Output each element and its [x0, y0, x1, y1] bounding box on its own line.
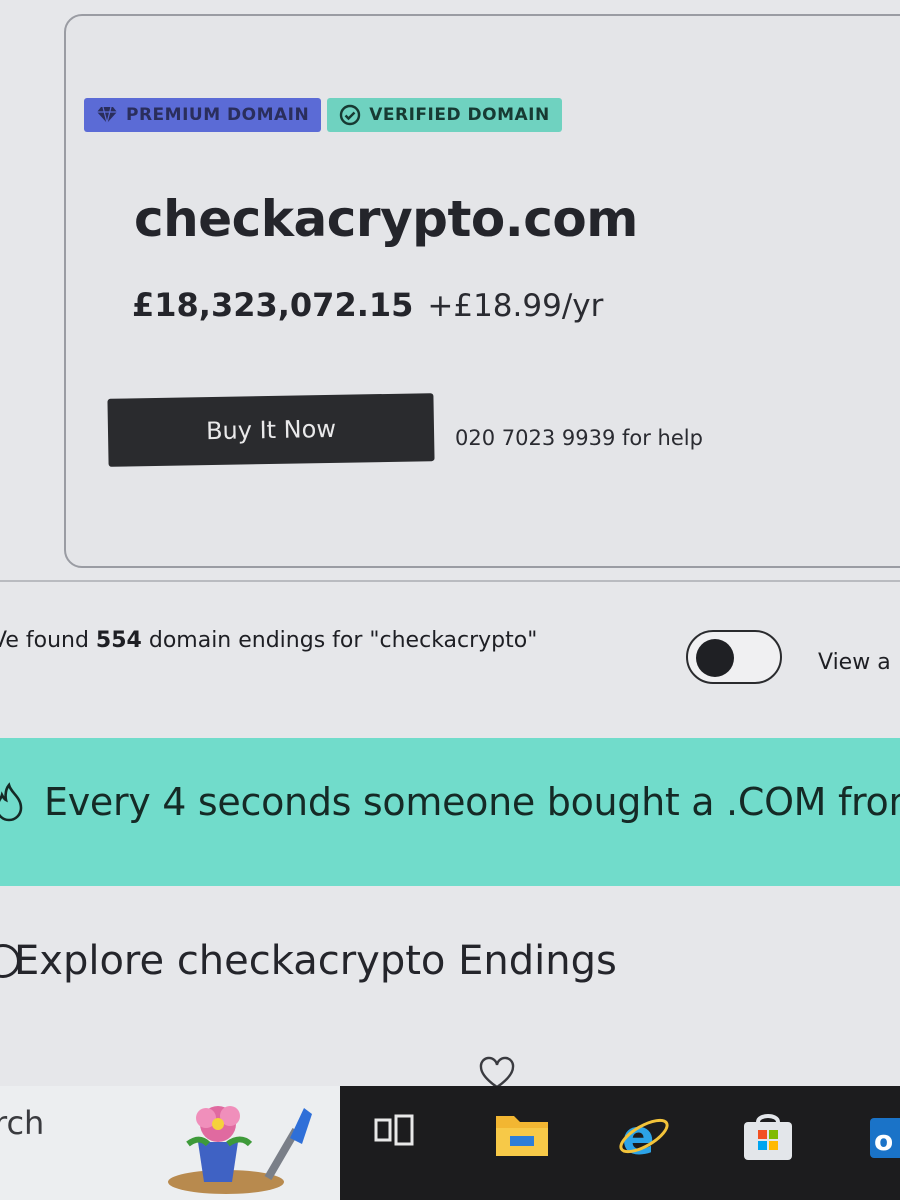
diamond-icon	[96, 106, 118, 124]
renewal-price: +£18.99/yr	[427, 288, 604, 324]
taskbar-search-label: rch	[0, 1104, 45, 1142]
explore-endings-heading: Explore checkacrypto Endings	[14, 938, 617, 984]
help-phone-text: 020 7023 9939 for help	[455, 426, 703, 450]
check-circle-icon	[339, 104, 361, 126]
premium-domain-label: PREMIUM DOMAIN	[126, 105, 310, 125]
section-divider	[0, 580, 900, 582]
view-toggle[interactable]	[686, 630, 782, 684]
flower-pot-icon	[168, 1094, 328, 1198]
internet-explorer-icon[interactable]: e	[616, 1108, 672, 1168]
fire-icon	[0, 782, 24, 826]
results-suffix: domain endings for "checkacrypto"	[141, 628, 538, 653]
domain-price: £18,323,072.15	[132, 286, 414, 324]
file-explorer-icon[interactable]	[494, 1108, 550, 1162]
buy-it-now-button[interactable]: Buy It Now	[107, 393, 435, 467]
task-view-icon[interactable]	[372, 1108, 416, 1156]
promo-banner-text: Every 4 seconds someone bought a .COM fr…	[44, 780, 900, 824]
domain-title: checkacrypto.com	[134, 190, 638, 248]
taskbar-search-box[interactable]: rch	[0, 1086, 340, 1200]
price-row: £18,323,072.15 +£18.99/yr	[132, 286, 603, 324]
heart-icon[interactable]	[478, 1056, 516, 1086]
browser-page: PREMIUM DOMAIN VERIFIED DOMAIN checkacry…	[0, 0, 900, 1086]
results-prefix: Ve found	[0, 628, 96, 653]
svg-text:o: o	[874, 1124, 893, 1157]
view-all-label[interactable]: View a	[818, 650, 891, 675]
badge-row: PREMIUM DOMAIN VERIFIED DOMAIN	[84, 98, 562, 132]
verified-domain-label: VERIFIED DOMAIN	[369, 105, 550, 125]
results-summary: Ve found 554 domain endings for "checkac…	[0, 628, 537, 653]
toggle-knob	[696, 639, 734, 677]
verified-domain-badge: VERIFIED DOMAIN	[327, 98, 562, 132]
microsoft-store-icon[interactable]	[740, 1108, 796, 1168]
windows-taskbar: rch e o	[0, 1086, 900, 1200]
promo-banner: Every 4 seconds someone bought a .COM fr…	[0, 738, 900, 886]
outlook-icon[interactable]: o	[864, 1108, 900, 1168]
results-count: 554	[95, 628, 142, 653]
premium-domain-badge: PREMIUM DOMAIN	[84, 98, 322, 132]
